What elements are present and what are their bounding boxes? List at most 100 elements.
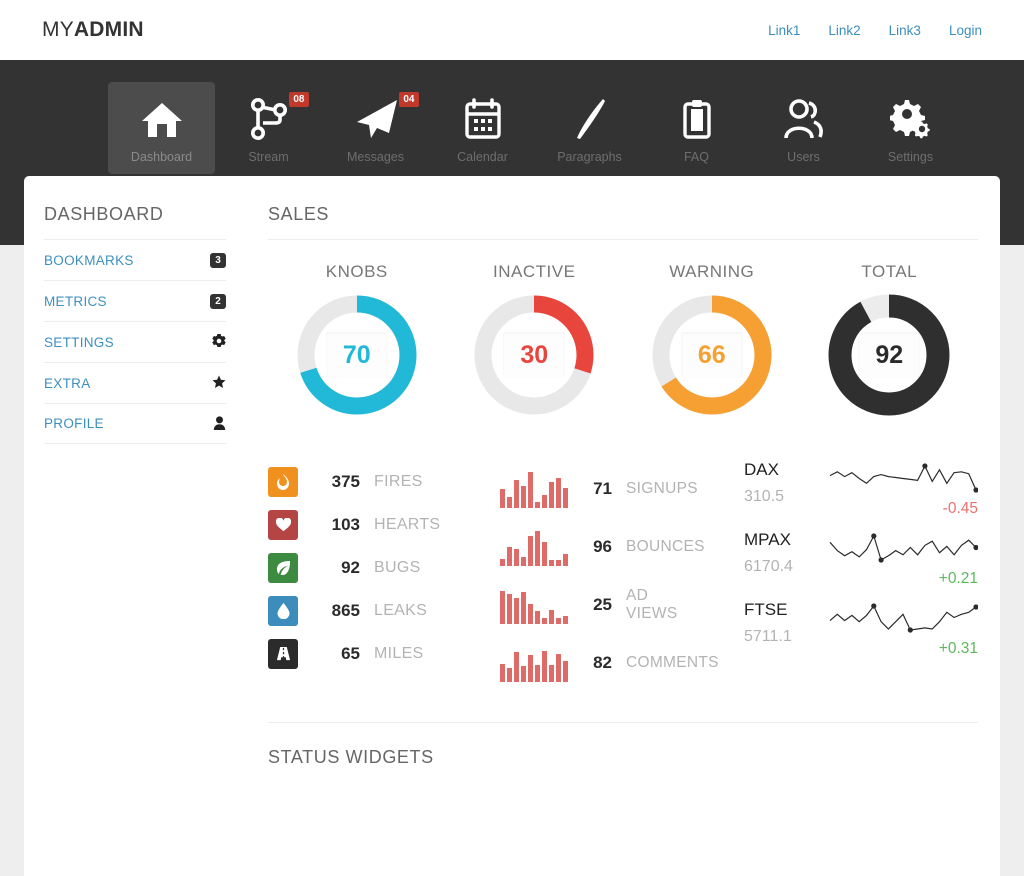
sidebar-label-profile: PROFILE [44,416,104,431]
stat-value-fires: 375 [331,471,360,491]
top-link-1[interactable]: Link1 [768,23,800,38]
sparkline-bar [535,531,540,566]
nav-label-dashboard: Dashboard [130,150,193,164]
nav-badge-messages: 04 [399,92,419,107]
nav-label-users: Users [787,150,820,164]
gears-icon [889,98,932,140]
sparkline-bar [556,653,561,682]
donut-inactive-ring: 30 [473,294,595,416]
sparkline-bar [563,616,568,624]
stock-price-ftse: 5711.1 [744,628,792,645]
sidebar-title: DASHBOARD [44,204,164,224]
spark-value-adviews: 25 [593,595,612,614]
sparkline-bar [521,666,526,682]
sparkline-bar [514,479,519,508]
sparkline-bar [507,667,512,682]
donut-label-warning: WARNING [669,262,755,281]
nav-label-messages: Messages [347,150,404,164]
donut-total: TOTAL 92 [801,262,979,416]
sparkline-bar [556,477,561,508]
spark-label-adviews: AD VIEWS [626,587,677,623]
sparkline-bar [535,611,540,624]
paper-plane-icon: 04 [353,92,419,140]
nav-item-faq[interactable]: FAQ [643,82,750,174]
stat-label-fires: FIRES [374,472,423,490]
nav-item-paragraphs[interactable]: Paragraphs [536,82,643,174]
nav-item-stream[interactable]: 08 Stream [215,82,322,174]
adviews-label-line1: AD [626,587,649,605]
spark-value-signups: 71 [593,479,612,498]
sparkline-bar [563,661,568,682]
stock-change-mpax: +0.21 [938,570,978,587]
nav-item-users[interactable]: Users [750,82,857,174]
sparkline-bar [549,482,554,508]
sparkline-bar [514,598,519,624]
stat-row-miles: 65 MILES [268,632,500,675]
user-icon [213,415,226,432]
sidebar-item-bookmarks[interactable]: BOOKMARKS 3 [44,239,226,280]
sparkline-bar [542,495,547,508]
comments-bar-sparkline [500,644,568,682]
nav-item-messages[interactable]: 04 Messages [322,82,429,174]
stock-name-mpax: MPAX [744,530,791,549]
clipboard-icon [680,98,714,140]
feather-pen-icon [573,98,607,140]
nav-item-dashboard[interactable]: Dashboard [108,82,215,174]
stock-chart-dax: -0.45 [828,460,978,518]
sparkline-bar [507,497,512,508]
share-nodes-icon: 08 [249,92,309,140]
sidebar-label-extra: EXTRA [44,375,91,391]
stock-tickers-column: DAX 310.5 -0.45 MPAX 6170.4 +0.21 FTSE 5… [736,460,978,692]
home-icon [140,98,184,140]
sparkline-bar [542,542,547,566]
sparkline-bar [549,665,554,682]
top-nav-links: Link1 Link2 Link3 Login [768,23,982,38]
donut-warning-ring: 66 [651,294,773,416]
stock-info-dax: DAX 310.5 [744,460,828,506]
sidebar-item-settings[interactable]: SETTINGS [44,321,226,362]
brand-light-text: MY [42,18,74,41]
donut-total-ring: 92 [828,294,950,416]
sparkline-bar [549,560,554,566]
sidebar-item-metrics[interactable]: METRICS 2 [44,280,226,321]
gear-icon [212,334,226,350]
nav-item-calendar[interactable]: Calendar [429,82,536,174]
donut-value-total: 92 [875,340,904,369]
top-link-2[interactable]: Link2 [828,23,860,38]
sparkline-bar [507,547,512,566]
stat-value-leaks: 865 [331,600,360,620]
brand-logo[interactable]: MYADMIN [42,18,144,42]
sparkline-bar [507,593,512,624]
stock-row-mpax: MPAX 6170.4 +0.21 [744,530,978,600]
nav-label-stream: Stream [248,150,289,164]
stat-label-hearts: HEARTS [374,515,441,533]
spark-row-bounces: 96 BOUNCES [500,518,736,576]
donut-knobs: KNOBS 70 [268,262,446,416]
stat-label-miles: MILES [374,644,424,662]
donut-value-inactive: 30 [520,340,549,369]
sparkline-bar [535,664,540,682]
donut-knobs-ring: 70 [296,294,418,416]
donut-value-warning: 66 [697,340,726,369]
spark-value-bounces: 96 [593,537,612,556]
sidebar-item-profile[interactable]: PROFILE [44,403,226,444]
spark-label-signups: SIGNUPS [626,480,698,498]
sidebar-item-extra[interactable]: EXTRA [44,362,226,403]
content-area: SALES KNOBS 70 INACTIVE 30 WARNING 66 TO… [246,176,1000,876]
stat-value-bugs: 92 [341,557,360,577]
spark-row-signups: 71 SIGNUPS [500,460,736,518]
sparkline-bar [528,535,533,566]
stock-row-dax: DAX 310.5 -0.45 [744,460,978,530]
stat-row-fires: 375 FIRES [268,460,500,503]
nav-item-settings[interactable]: Settings [857,82,964,174]
sidebar-meta-settings [212,334,226,350]
top-bar: MYADMIN Link1 Link2 Link3 Login [0,0,1024,60]
sidebar-label-metrics: METRICS [44,293,107,309]
bounces-bar-sparkline [500,528,568,566]
sparkline-bar [542,651,547,682]
stock-chart-mpax: +0.21 [828,530,978,588]
login-link[interactable]: Login [949,23,982,38]
sidebar-meta-profile [213,415,226,432]
top-link-3[interactable]: Link3 [889,23,921,38]
stock-change-dax: -0.45 [942,500,978,517]
